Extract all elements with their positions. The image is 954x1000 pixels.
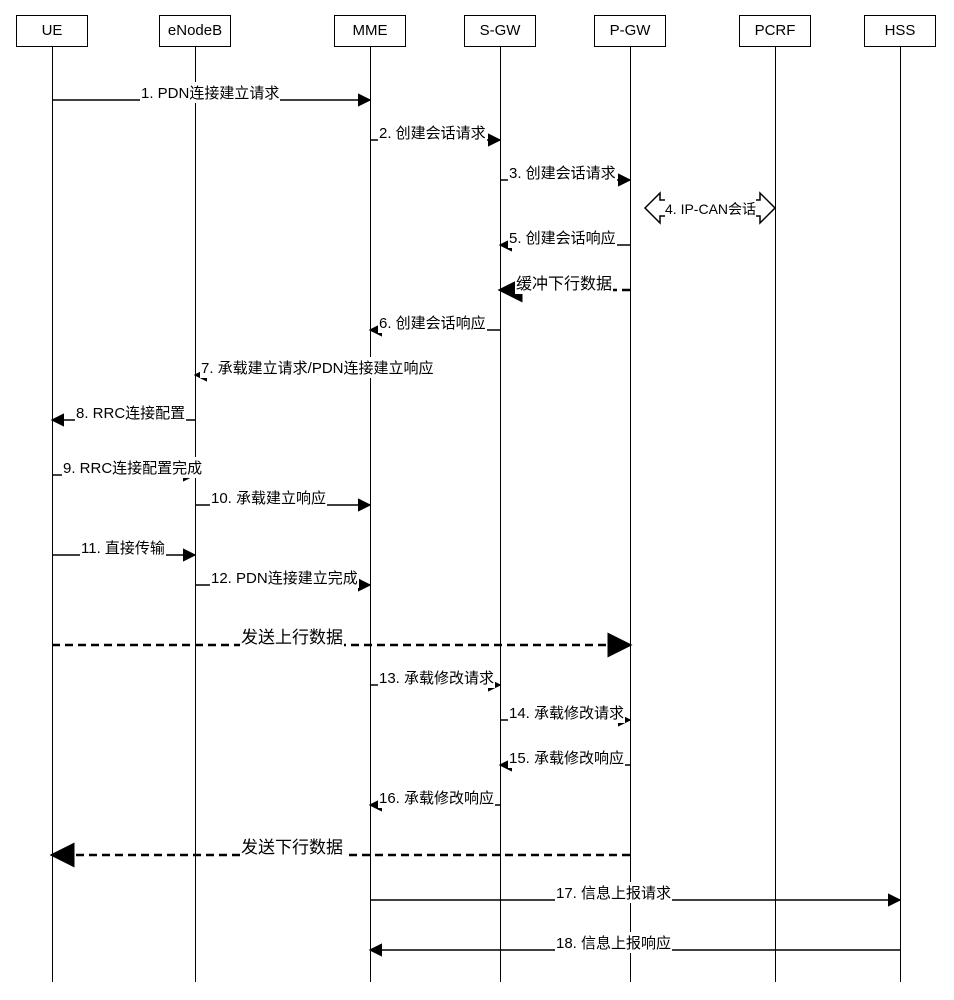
label-m9: 9. RRC连接配置完成: [62, 457, 203, 478]
label-m5: 5. 创建会话响应: [508, 227, 617, 248]
label-m10: 10. 承载建立响应: [210, 487, 327, 508]
actor-sgw: S-GW: [464, 15, 536, 47]
actor-hss: HSS: [864, 15, 936, 47]
label-m16: 16. 承载修改响应: [378, 787, 495, 808]
lifeline-pcrf: [775, 47, 776, 982]
lifeline-sgw: [500, 47, 501, 982]
actor-pcrf: PCRF: [739, 15, 811, 47]
actor-enodeb: eNodeB: [159, 15, 231, 47]
label-m6: 6. 创建会话响应: [378, 312, 487, 333]
label-m11: 11. 直接传输: [80, 537, 166, 558]
label-m12: 12. PDN连接建立完成: [210, 567, 359, 588]
lifeline-hss: [900, 47, 901, 982]
label-m4: 4. IP-CAN会话: [665, 199, 756, 219]
label-m1: 1. PDN连接建立请求: [140, 82, 280, 103]
actor-pgw: P-GW: [594, 15, 666, 47]
lifeline-mme: [370, 47, 371, 982]
lifeline-ue: [52, 47, 53, 982]
label-m8: 8. RRC连接配置: [75, 402, 186, 423]
arrows-layer: [0, 0, 954, 1000]
actor-ue: UE: [16, 15, 88, 47]
lifeline-enodeb: [195, 47, 196, 982]
label-m15: 15. 承载修改响应: [508, 747, 625, 768]
label-m3: 3. 创建会话请求: [508, 162, 617, 183]
label-dl: 发送下行数据: [240, 833, 344, 858]
actor-mme: MME: [334, 15, 406, 47]
label-buf: 缓冲下行数据: [515, 270, 613, 294]
label-m13: 13. 承载修改请求: [378, 667, 495, 688]
label-ul: 发送上行数据: [240, 623, 344, 648]
sequence-diagram: UE eNodeB MME S-GW P-GW PCRF HSS: [0, 0, 954, 1000]
label-m17: 17. 信息上报请求: [555, 882, 672, 903]
lifeline-pgw: [630, 47, 631, 982]
label-m18: 18. 信息上报响应: [555, 932, 672, 953]
label-m14: 14. 承载修改请求: [508, 702, 625, 723]
label-m2: 2. 创建会话请求: [378, 122, 487, 143]
label-m7: 7. 承载建立请求/PDN连接建立响应: [200, 357, 435, 378]
